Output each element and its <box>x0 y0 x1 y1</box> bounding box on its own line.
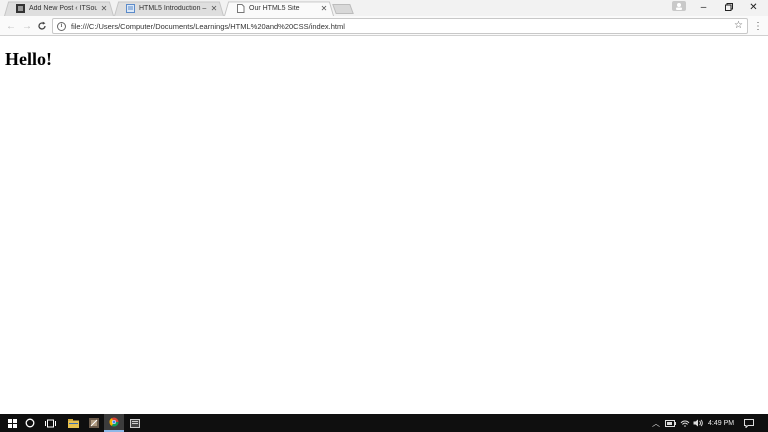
action-center-icon[interactable] <box>744 414 754 432</box>
close-icon[interactable]: ✕ <box>100 4 108 13</box>
new-tab-button[interactable] <box>332 4 354 14</box>
info-icon[interactable]: i <box>57 21 66 31</box>
tray-chevron-up-icon[interactable]: ︿ <box>652 414 660 432</box>
volume-icon[interactable] <box>693 414 703 432</box>
wifi-icon[interactable] <box>680 414 690 432</box>
address-bar[interactable]: i file:///C:/Users/Computer/Documents/Le… <box>52 18 748 34</box>
taskbar-clock[interactable]: 4:49 PM <box>708 414 734 432</box>
chrome-icon[interactable] <box>104 414 124 432</box>
windows-start-icon[interactable] <box>2 414 22 432</box>
reload-icon[interactable] <box>35 19 49 33</box>
forward-arrow-icon[interactable]: → <box>20 19 34 33</box>
windows-taskbar: ︿ 4:49 PM <box>0 414 768 432</box>
screen: Add New Post ‹ ITSource ✕ HTML5 Introduc… <box>0 0 768 432</box>
tab-strip: Add New Post ‹ ITSource ✕ HTML5 Introduc… <box>0 0 768 17</box>
task-view-icon[interactable] <box>40 414 60 432</box>
app-icon[interactable] <box>84 414 104 432</box>
battery-icon[interactable] <box>665 414 676 432</box>
close-icon[interactable]: ✕ <box>210 4 218 13</box>
cortana-search-icon[interactable] <box>20 414 40 432</box>
tab-html5-introduction[interactable]: HTML5 Introduction – li ✕ <box>114 0 224 17</box>
close-icon[interactable]: ✕ <box>320 4 328 13</box>
tab-title: Add New Post ‹ ITSource <box>29 4 97 12</box>
tab-title: Our HTML5 Site <box>249 4 300 12</box>
profile-icon[interactable] <box>672 1 686 11</box>
bookmark-star-icon[interactable]: ☆ <box>734 20 743 31</box>
window-close-icon[interactable]: ✕ <box>741 0 766 14</box>
tab-title: HTML5 Introduction – li <box>139 4 207 12</box>
menu-kebab-icon[interactable]: ⋮ <box>753 19 763 33</box>
itsource-favicon-icon <box>16 3 25 13</box>
app-window-icon[interactable] <box>125 414 145 432</box>
document-favicon-icon <box>126 3 135 13</box>
minimize-icon[interactable]: – <box>691 0 716 14</box>
restore-icon[interactable] <box>716 0 741 14</box>
tab-our-html5-site[interactable]: Our HTML5 Site ✕ <box>224 0 334 17</box>
page-heading: Hello! <box>5 49 52 69</box>
tab-add-new-post[interactable]: Add New Post ‹ ITSource ✕ <box>4 0 114 17</box>
back-arrow-icon[interactable]: ← <box>4 19 18 33</box>
page-viewport: Hello! <box>0 37 768 414</box>
url-text[interactable]: file:///C:/Users/Computer/Documents/Lear… <box>71 22 345 31</box>
page-favicon-icon <box>236 3 245 13</box>
file-explorer-icon[interactable] <box>63 414 83 432</box>
browser-toolbar: ← → i file:///C:/Users/Computer/Document… <box>0 16 768 36</box>
